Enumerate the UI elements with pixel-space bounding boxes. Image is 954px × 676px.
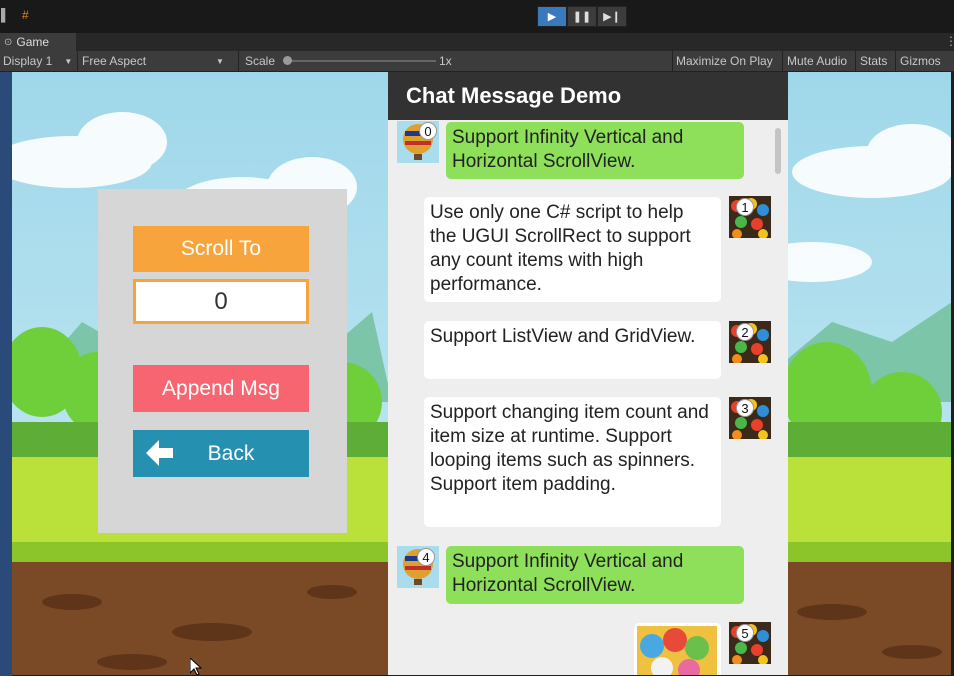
chat-title: Chat Message Demo <box>406 83 622 108</box>
gizmos-toggle[interactable]: Gizmos <box>896 51 954 71</box>
arrow-left-icon <box>146 440 173 466</box>
append-msg-button[interactable]: Append Msg <box>133 365 309 412</box>
message-index-badge: 2 <box>736 323 754 341</box>
step-icon[interactable]: ▶❙ <box>597 6 627 27</box>
editor-toolbar: ▌ # ▶ ❚❚ ▶❙ <box>0 0 954 34</box>
chat-scrollbar[interactable] <box>775 128 781 174</box>
mouse-cursor-icon <box>190 658 202 675</box>
chat-header: Chat Message Demo <box>388 72 788 120</box>
aspect-label: Free Aspect <box>82 54 147 68</box>
stats-label: Stats <box>860 54 888 68</box>
mute-audio-toggle[interactable]: Mute Audio <box>783 51 856 71</box>
message-index-badge: 5 <box>736 624 754 642</box>
message-text: Support ListView and GridView. <box>430 326 696 347</box>
maximize-on-play-toggle[interactable]: Maximize On Play <box>672 51 783 71</box>
message-text: Use only one C# script to help the UGUI … <box>430 202 691 295</box>
gizmos-label: Gizmos <box>900 54 941 68</box>
scale-value-text: 1x <box>439 54 452 68</box>
game-viewport: Scroll To 0 Append Msg Back Chat Message… <box>12 72 952 675</box>
badge-text: 4 <box>422 549 430 565</box>
grid-icon[interactable]: # <box>22 8 29 22</box>
more-icon[interactable]: ⋮ <box>945 34 954 48</box>
scale-slider-handle[interactable] <box>283 56 292 65</box>
left-edge <box>0 72 12 676</box>
badge-text: 3 <box>741 400 749 416</box>
chevron-down-icon: ▼ <box>216 56 224 66</box>
maximize-label: Maximize On Play <box>676 54 773 68</box>
tab-game[interactable]: ⊙ Game <box>0 33 76 51</box>
index-input[interactable]: 0 <box>133 279 309 324</box>
message-text: Support Infinity Vertical and Horizontal… <box>452 551 684 596</box>
game-view-toolbar: Display 1 ▼ Free Aspect ▼ Scale 1x Maxim… <box>0 51 954 72</box>
message-bubble: Support Infinity Vertical and Horizontal… <box>446 122 744 179</box>
layers-icon[interactable]: ▌ <box>1 8 10 22</box>
mute-label: Mute Audio <box>787 54 848 68</box>
play-icon[interactable]: ▶ <box>537 6 567 27</box>
message-index-badge: 3 <box>736 399 754 417</box>
chevron-down-icon: ▼ <box>64 56 73 66</box>
message-bubble: Support ListView and GridView. <box>424 321 721 379</box>
tab-row: ⊙ Game ⋮ <box>0 33 954 51</box>
aspect-dropdown[interactable]: Free Aspect ▼ <box>78 51 239 71</box>
display-label: Display 1 <box>3 54 53 68</box>
gamepad-icon: ⊙ <box>4 36 13 48</box>
message-index-badge: 0 <box>419 122 437 140</box>
scroll-to-label: Scroll To <box>180 237 262 260</box>
scale-label: Scale <box>245 51 275 71</box>
scale-value: 1x <box>439 51 452 71</box>
append-msg-label: Append Msg <box>162 376 280 400</box>
message-index-badge: 4 <box>417 548 435 566</box>
scroll-to-button[interactable]: Scroll To <box>133 226 309 272</box>
badge-text: 2 <box>741 324 749 340</box>
message-image <box>637 626 717 675</box>
badge-text: 5 <box>741 625 749 641</box>
message-bubble: Support changing item count and item siz… <box>424 397 721 527</box>
message-bubble <box>634 623 721 675</box>
stats-toggle[interactable]: Stats <box>856 51 896 71</box>
control-panel: Scroll To 0 Append Msg Back <box>98 189 347 533</box>
scale-slider-track[interactable] <box>288 60 436 62</box>
index-input-value: 0 <box>214 287 228 315</box>
pause-icon[interactable]: ❚❚ <box>567 6 597 27</box>
display-dropdown[interactable]: Display 1 ▼ <box>0 51 78 71</box>
play-controls: ▶ ❚❚ ▶❙ <box>537 6 627 27</box>
message-index-badge: 1 <box>736 198 754 216</box>
badge-text: 1 <box>741 199 749 215</box>
chat-panel[interactable]: Chat Message Demo 0 Support Infinity Ver… <box>388 72 788 675</box>
message-bubble: Use only one C# script to help the UGUI … <box>424 197 721 302</box>
back-label: Back <box>207 441 255 465</box>
back-button[interactable]: Back <box>133 430 309 477</box>
message-text: Support Infinity Vertical and Horizontal… <box>452 127 684 172</box>
message-text: Support changing item count and item siz… <box>430 402 709 495</box>
badge-text: 0 <box>424 123 432 139</box>
scale-label-text: Scale <box>245 54 276 68</box>
tab-game-label: Game <box>16 35 50 49</box>
message-bubble: Support Infinity Vertical and Horizontal… <box>446 546 744 604</box>
